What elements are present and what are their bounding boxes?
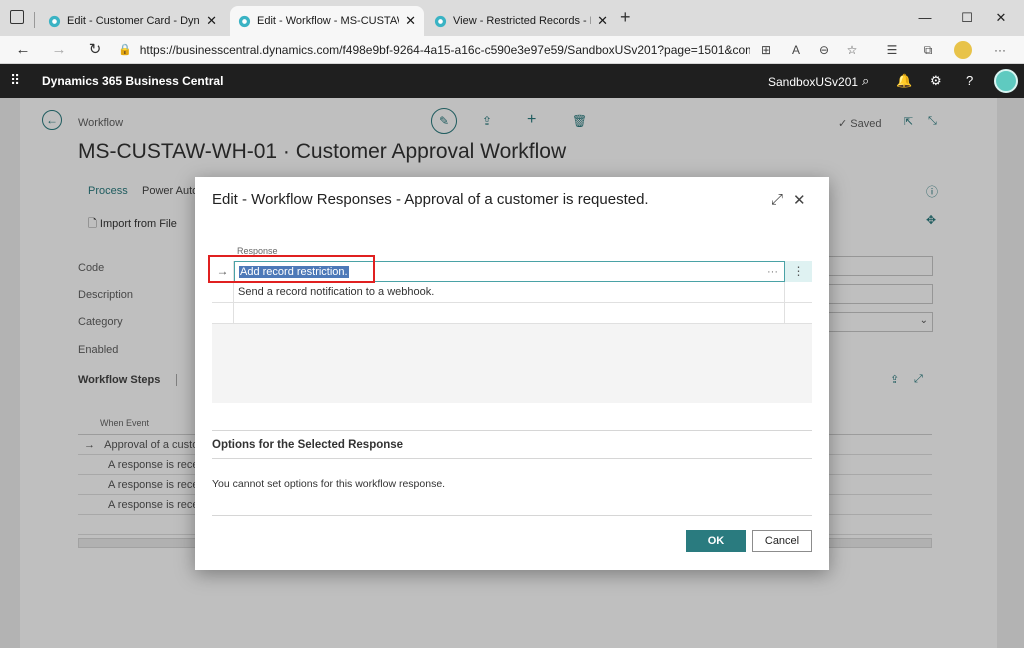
address-bar[interactable]: 🔒 https://businesscentral.dynamics.com/f… xyxy=(118,39,750,61)
collections-icon[interactable]: ⧉ xyxy=(918,40,938,60)
dialog-title: Edit - Workflow Responses - Approval of … xyxy=(212,191,649,208)
table-row[interactable]: Send a record notification to a webhook. xyxy=(212,282,812,303)
bc-header: ⠿ Dynamics 365 Business Central SandboxU… xyxy=(0,64,1024,98)
read-aloud-icon[interactable]: A xyxy=(786,40,806,60)
tab-separator xyxy=(34,12,35,28)
close-tab-icon[interactable]: ✕ xyxy=(405,13,416,29)
favorites-bar-icon[interactable]: ☰ xyxy=(882,40,902,60)
ok-button[interactable]: OK xyxy=(686,530,746,552)
cancel-button[interactable]: Cancel xyxy=(752,530,812,552)
forward-icon[interactable]: → xyxy=(48,39,70,61)
browser-toolbar: ← → ↻ 🔒 https://businesscentral.dynamics… xyxy=(0,36,1024,64)
close-tab-icon[interactable]: ✕ xyxy=(597,13,608,29)
tab-restricted-records[interactable]: View - Restricted Records - Dyna ✕ xyxy=(426,6,616,36)
lookup-ellipsis-icon[interactable]: ··· xyxy=(767,262,778,282)
close-tab-icon[interactable]: ✕ xyxy=(206,13,217,29)
search-icon[interactable]: ⌕ xyxy=(862,73,869,89)
section-divider xyxy=(212,515,812,516)
row-actions[interactable] xyxy=(785,282,812,303)
highlight-box xyxy=(208,255,375,283)
minimize-icon[interactable]: — xyxy=(910,8,940,28)
table-row[interactable] xyxy=(212,303,812,324)
new-tab-button[interactable]: + xyxy=(620,7,631,28)
product-name[interactable]: Dynamics 365 Business Central xyxy=(42,74,223,88)
section-divider xyxy=(212,458,812,459)
company-name[interactable]: SandboxUSv201 xyxy=(768,75,858,89)
tab-label: View - Restricted Records - Dyna xyxy=(453,15,591,27)
row-indicator xyxy=(212,282,234,303)
options-message: You cannot set options for this workflow… xyxy=(212,478,446,490)
more-icon[interactable]: ··· xyxy=(990,40,1010,60)
app-available-icon[interactable]: ⊞ xyxy=(756,40,776,60)
tab-workflow[interactable]: Edit - Workflow - MS-CUSTAW-W ✕ xyxy=(230,6,424,36)
dynamics-favicon-icon xyxy=(48,15,61,27)
tab-actions-icon[interactable] xyxy=(10,10,24,24)
settings-gear-icon[interactable]: ⚙ xyxy=(930,73,942,89)
url-text: https://businesscentral.dynamics.com/f49… xyxy=(139,43,750,57)
lock-icon: 🔒 xyxy=(118,44,132,56)
workflow-responses-dialog: Edit - Workflow Responses - Approval of … xyxy=(195,177,829,570)
browser-tab-strip: Edit - Customer Card - Dynamics ✕ Edit -… xyxy=(0,0,1024,36)
back-icon[interactable]: ← xyxy=(12,39,34,61)
tab-label: Edit - Workflow - MS-CUSTAW-W xyxy=(257,15,399,27)
refresh-icon[interactable]: ↻ xyxy=(84,39,106,61)
profile-icon[interactable] xyxy=(954,41,972,59)
response-cell[interactable]: Send a record notification to a webhook. xyxy=(234,282,785,303)
tab-customer-card[interactable]: Edit - Customer Card - Dynamics ✕ xyxy=(40,6,225,36)
response-text: Send a record notification to a webhook. xyxy=(238,286,435,298)
response-cell[interactable] xyxy=(234,303,785,324)
close-window-icon[interactable]: ✕ xyxy=(986,8,1016,28)
dynamics-favicon-icon xyxy=(434,15,447,27)
options-section-title: Options for the Selected Response xyxy=(212,439,404,451)
notifications-icon[interactable]: 🔔 xyxy=(896,73,912,89)
help-icon[interactable]: ? xyxy=(966,73,973,88)
close-icon[interactable]: ✕ xyxy=(793,191,806,209)
tab-label: Edit - Customer Card - Dynamics xyxy=(67,15,200,27)
row-actions[interactable] xyxy=(785,303,812,324)
favorite-icon[interactable]: ☆ xyxy=(842,40,862,60)
avatar[interactable] xyxy=(994,69,1018,93)
row-actions-icon[interactable]: ⋮ xyxy=(785,261,812,282)
maximize-icon[interactable]: ☐ xyxy=(952,8,982,28)
zoom-icon[interactable]: ⊖ xyxy=(814,40,834,60)
expand-dialog-icon[interactable]: ⤢ xyxy=(771,191,783,208)
dynamics-favicon-icon xyxy=(238,15,251,27)
row-indicator xyxy=(212,303,234,324)
app-launcher-icon[interactable]: ⠿ xyxy=(10,72,20,89)
section-divider xyxy=(212,430,812,431)
